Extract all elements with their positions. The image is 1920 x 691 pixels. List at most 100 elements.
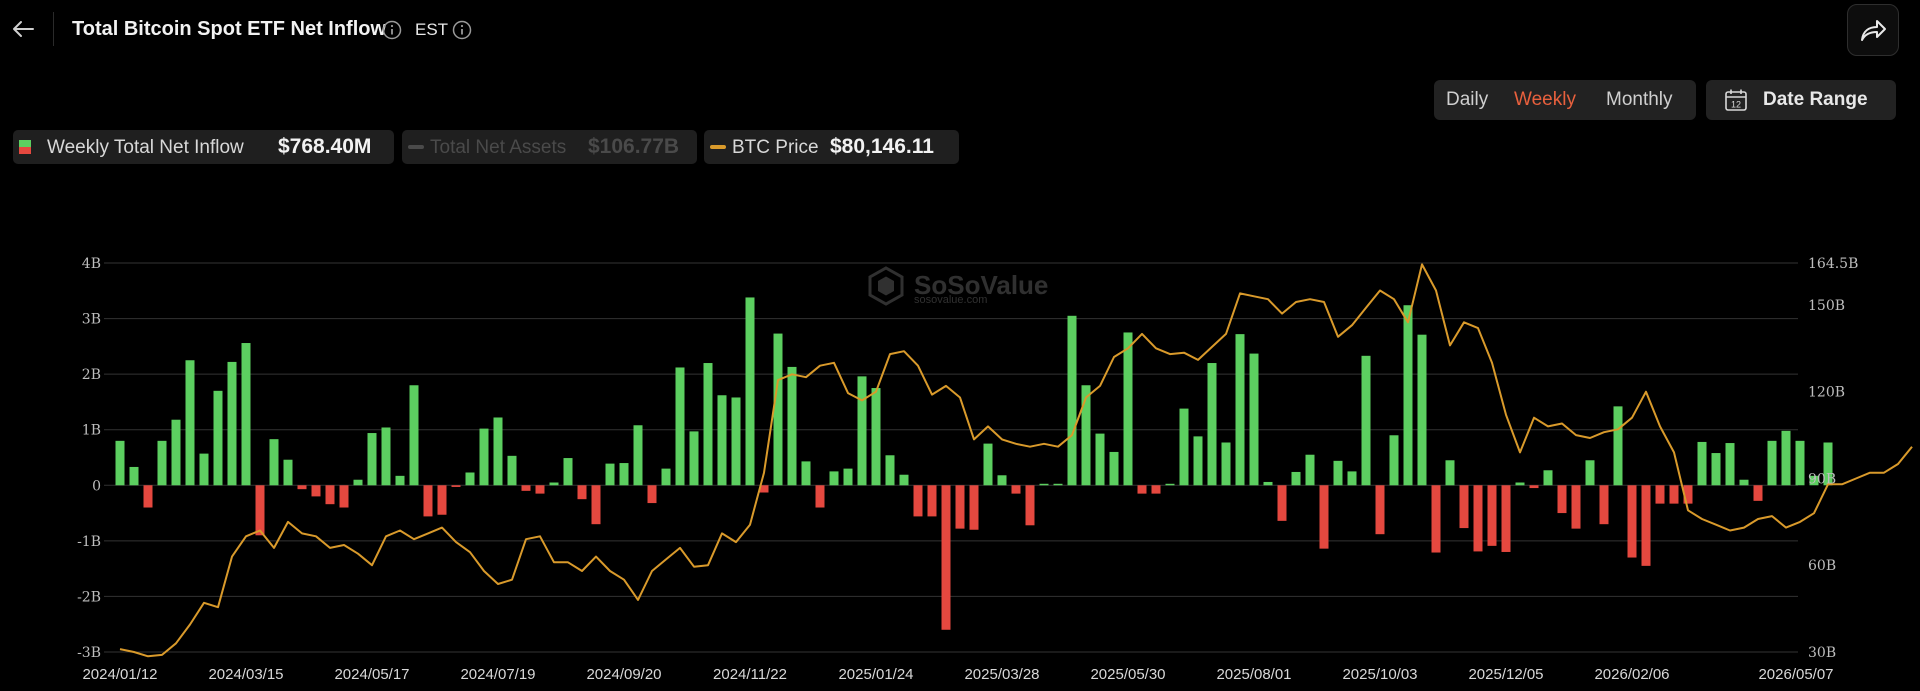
inflow-bar bbox=[1207, 363, 1217, 486]
x-tick-label: 2025/10/03 bbox=[1342, 666, 1417, 683]
left-tick-label: 4B bbox=[82, 256, 101, 272]
right-tick-label: 30B bbox=[1808, 645, 1836, 661]
inflow-bar bbox=[745, 297, 755, 486]
inflow-bar bbox=[507, 455, 517, 486]
inflow-bar bbox=[1753, 485, 1763, 501]
inflow-bar bbox=[1165, 483, 1175, 486]
inflow-bar bbox=[619, 463, 629, 486]
inflow-bar bbox=[1193, 436, 1203, 486]
inflow-bar bbox=[1011, 485, 1021, 494]
inflow-bar bbox=[1277, 485, 1287, 521]
left-tick-label: 0 bbox=[92, 478, 101, 494]
x-tick-label: 2026/02/06 bbox=[1594, 666, 1669, 683]
inflow-bar bbox=[1781, 430, 1791, 486]
inflow-bar bbox=[1179, 408, 1189, 486]
x-tick-label: 2024/11/22 bbox=[713, 666, 787, 683]
inflow-bar bbox=[493, 417, 503, 486]
inflow-bar bbox=[1445, 460, 1455, 486]
inflow-bar bbox=[675, 367, 685, 486]
inflow-bar bbox=[241, 343, 251, 486]
inflow-bar bbox=[1585, 460, 1595, 486]
x-tick-label: 2025/12/05 bbox=[1468, 666, 1543, 683]
inflow-bar bbox=[1053, 483, 1063, 486]
inflow-bar bbox=[689, 431, 699, 486]
inflow-bar bbox=[325, 485, 335, 505]
inflow-bar bbox=[1221, 442, 1231, 486]
inflow-bar bbox=[605, 463, 615, 486]
inflow-bar bbox=[1361, 355, 1371, 486]
inflow-bar bbox=[465, 472, 475, 486]
inflow-bar bbox=[479, 428, 489, 486]
left-tick-label: -1B bbox=[77, 534, 101, 550]
inflow-bar bbox=[1655, 485, 1665, 504]
inflow-bar bbox=[843, 468, 853, 486]
inflow-bar bbox=[787, 366, 797, 486]
inflow-bar bbox=[1725, 443, 1735, 486]
inflow-bar bbox=[1137, 485, 1147, 494]
inflow-bar bbox=[129, 466, 139, 486]
x-tick-label: 2024/07/19 bbox=[460, 666, 535, 683]
inflow-bar bbox=[1739, 479, 1749, 486]
inflow-bar bbox=[871, 388, 881, 486]
inflow-bar bbox=[1711, 453, 1721, 486]
right-tick-label: 150B bbox=[1808, 298, 1845, 314]
x-tick-label: 2025/05/30 bbox=[1090, 666, 1165, 683]
inflow-bar bbox=[633, 425, 643, 486]
inflow-bar bbox=[367, 433, 377, 486]
inflow-bar bbox=[381, 427, 391, 486]
inflow-bar bbox=[1529, 485, 1539, 489]
inflow-bar bbox=[1039, 483, 1049, 486]
sosovalue-logo-icon bbox=[868, 266, 904, 306]
right-tick-label: 90B bbox=[1808, 471, 1836, 487]
left-tick-label: -2B bbox=[77, 589, 101, 605]
left-tick-label: 3B bbox=[82, 312, 101, 328]
x-tick-label: 2025/03/28 bbox=[964, 666, 1039, 683]
inflow-bar bbox=[815, 485, 825, 508]
inflow-bar bbox=[143, 485, 153, 508]
inflow-bar bbox=[255, 485, 265, 536]
inflow-bar bbox=[227, 361, 237, 486]
inflow-bar bbox=[955, 485, 965, 529]
inflow-bar bbox=[1627, 485, 1637, 558]
inflow-bar bbox=[941, 485, 951, 630]
right-tick-label: 60B bbox=[1808, 558, 1836, 574]
inflow-bar bbox=[1599, 485, 1609, 525]
inflow-bar bbox=[731, 397, 741, 486]
x-tick-label: 2026/05/07 bbox=[1758, 666, 1833, 683]
inflow-bar bbox=[885, 455, 895, 486]
inflow-bar bbox=[269, 439, 279, 486]
inflow-bar bbox=[1319, 485, 1329, 549]
inflow-bar bbox=[521, 485, 531, 491]
inflow-bar bbox=[1347, 471, 1357, 486]
left-tick-label: -3B bbox=[77, 645, 101, 661]
inflow-bar bbox=[1669, 485, 1679, 504]
inflow-bar bbox=[297, 485, 307, 490]
inflow-bar bbox=[353, 479, 363, 486]
inflow-bar bbox=[185, 360, 195, 486]
left-tick-label: 1B bbox=[82, 423, 101, 439]
x-tick-label: 2024/03/15 bbox=[208, 666, 283, 683]
inflow-bar bbox=[339, 485, 349, 508]
left-tick-label: 2B bbox=[82, 367, 101, 383]
inflow-bar bbox=[1557, 485, 1567, 514]
inflow-bar bbox=[1473, 485, 1483, 552]
inflow-bar bbox=[1641, 485, 1651, 566]
inflow-bar bbox=[1249, 353, 1259, 486]
inflow-bar bbox=[1333, 460, 1343, 486]
inflow-bar bbox=[857, 376, 867, 486]
inflow-bar bbox=[409, 385, 419, 486]
inflow-bar bbox=[801, 461, 811, 486]
inflow-bar bbox=[213, 390, 223, 486]
inflow-bar bbox=[437, 485, 447, 515]
inflow-bar bbox=[983, 443, 993, 486]
inflow-bar bbox=[395, 475, 405, 486]
inflow-bar bbox=[969, 485, 979, 530]
inflow-bar bbox=[549, 482, 559, 486]
inflow-bar bbox=[1375, 485, 1385, 535]
watermark: SoSoValue sosovalue.com bbox=[868, 266, 1048, 306]
inflow-bar bbox=[171, 419, 181, 486]
inflow-bar bbox=[1291, 471, 1301, 486]
inflow-bar bbox=[591, 485, 601, 525]
inflow-bar bbox=[1025, 485, 1035, 526]
x-tick-label: 2024/09/20 bbox=[586, 666, 661, 683]
